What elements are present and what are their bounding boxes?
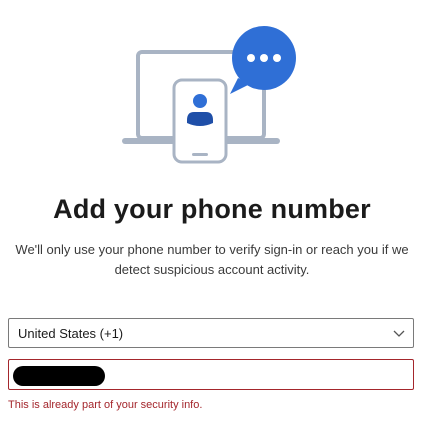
phone-number-field[interactable] <box>8 359 414 390</box>
country-code-select[interactable]: United States (+1) <box>8 318 414 348</box>
page-title: Add your phone number <box>53 194 371 224</box>
redacted-phone-number <box>13 366 105 386</box>
country-code-value: United States (+1) <box>18 325 124 341</box>
chat-bubble-icon <box>230 26 296 94</box>
error-message: This is already part of your security in… <box>8 399 203 411</box>
chevron-down-icon <box>393 330 405 337</box>
description-text: We'll only use your phone number to veri… <box>15 242 409 277</box>
phone-security-illustration <box>118 22 302 172</box>
